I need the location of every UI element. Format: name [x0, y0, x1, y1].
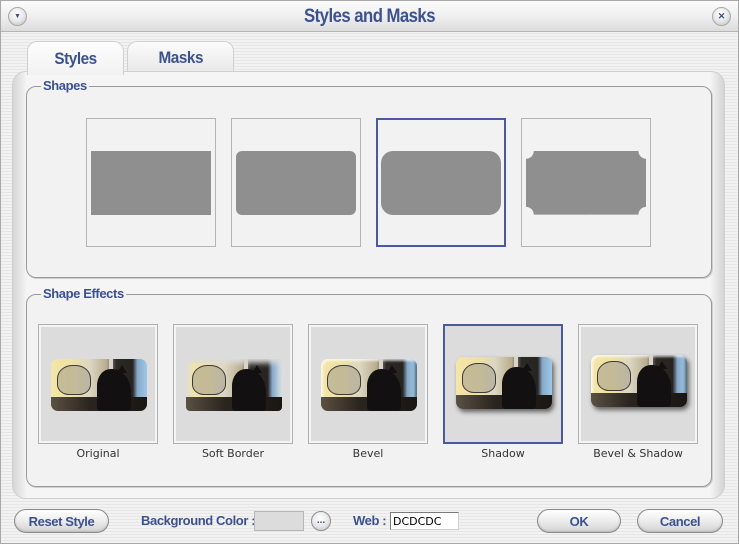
menu-button[interactable]: ▼: [8, 7, 27, 26]
shape-notched-rectangle[interactable]: [521, 118, 651, 247]
tab-masks[interactable]: Masks: [127, 41, 234, 73]
effect-bevel-and-shadow[interactable]: [578, 324, 698, 444]
chevron-down-icon: ▼: [14, 13, 21, 20]
effect-bevel-and-shadow-label: Bevel & Shadow: [593, 447, 683, 460]
color-picker-button[interactable]: ...: [311, 511, 331, 531]
ok-button[interactable]: OK: [537, 509, 621, 533]
tab-masks-label: Masks: [158, 47, 203, 67]
cat-photo-thumbnail: [186, 359, 282, 411]
effect-shadow[interactable]: [443, 324, 563, 444]
cat-photo-thumbnail: [321, 359, 417, 411]
web-color-input[interactable]: [390, 512, 459, 530]
shape-rectangle[interactable]: [86, 118, 216, 247]
rounded-rectangle-shape-preview: [236, 151, 356, 215]
web-color-label: Web :: [353, 513, 387, 528]
dialog-title: Styles and Masks: [304, 6, 435, 27]
close-button[interactable]: ✕: [712, 7, 731, 26]
background-color-swatch[interactable]: [254, 511, 304, 531]
effect-soft-border[interactable]: [173, 324, 293, 444]
large-rounded-rectangle-shape-preview: [381, 151, 501, 215]
reset-style-button[interactable]: Reset Style: [14, 509, 109, 533]
tab-styles-label: Styles: [54, 48, 97, 68]
effect-original-label: Original: [76, 447, 120, 460]
effect-shadow-label: Shadow: [481, 447, 525, 460]
effect-original[interactable]: [38, 324, 158, 444]
cancel-button[interactable]: Cancel: [637, 509, 723, 533]
rectangle-shape-preview: [91, 151, 211, 215]
shape-effects-group-label: Shape Effects: [41, 286, 126, 301]
cat-photo-thumbnail: [51, 359, 147, 411]
cat-photo-thumbnail: [456, 357, 552, 409]
shape-large-rounded-rectangle[interactable]: [376, 118, 506, 247]
shape-rounded-rectangle[interactable]: [231, 118, 361, 247]
background-color-label: Background Color :: [141, 513, 256, 528]
tab-styles[interactable]: Styles: [27, 41, 124, 75]
close-icon: ✕: [717, 11, 726, 21]
effect-bevel-label: Bevel: [352, 447, 384, 460]
ellipsis-icon: ...: [316, 515, 326, 526]
effect-bevel[interactable]: [308, 324, 428, 444]
shapes-group-label: Shapes: [41, 78, 89, 93]
effect-soft-border-label: Soft Border: [201, 447, 265, 460]
styles-and-masks-dialog: ▼ Styles and Masks ✕ Styles Masks Shapes…: [0, 0, 739, 544]
title-bar: ▼ Styles and Masks ✕: [1, 1, 738, 32]
cat-photo-thumbnail: [591, 355, 687, 407]
notched-rectangle-shape-preview: [526, 151, 646, 215]
